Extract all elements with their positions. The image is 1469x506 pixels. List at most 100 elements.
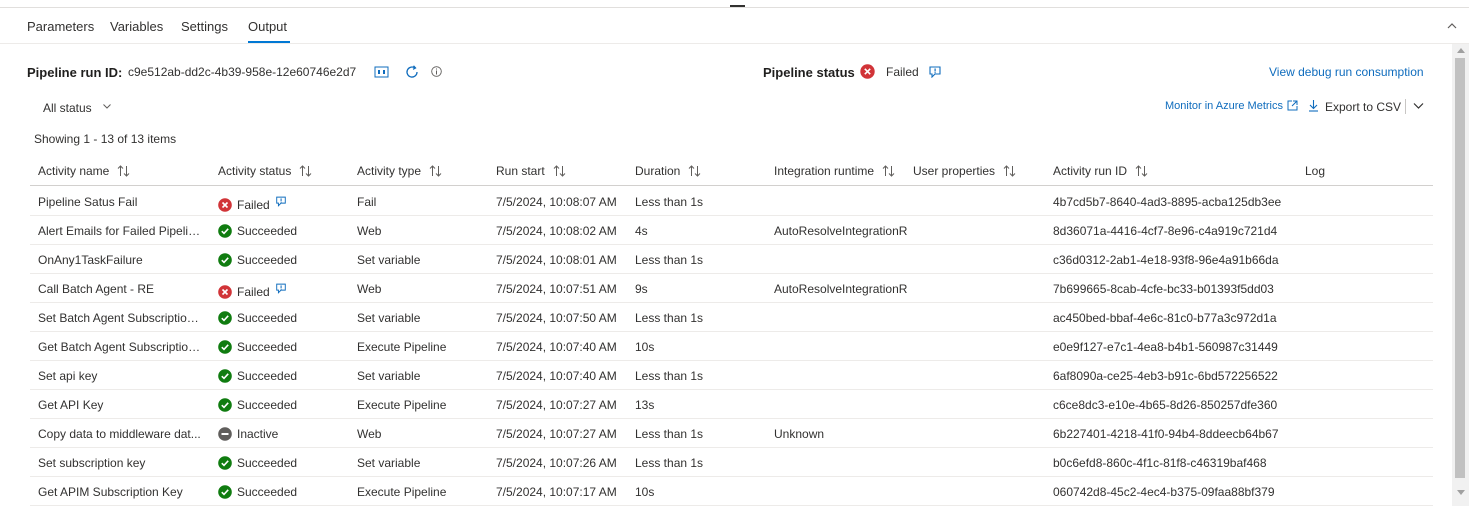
status-text: Failed [237, 285, 270, 299]
more-options-chevron-icon[interactable] [1413, 102, 1424, 110]
error-details-icon[interactable] [275, 195, 287, 207]
succeeded-icon [218, 456, 232, 470]
pipeline-status-label: Pipeline status [763, 65, 855, 80]
succeeded-icon [218, 485, 232, 499]
activity-name-link[interactable]: Get Batch Agent Subscription... [38, 340, 203, 354]
activity-name-link[interactable]: Pipeline Satus Fail [38, 195, 203, 209]
activity-type: Execute Pipeline [357, 485, 447, 499]
sort-icon [553, 165, 566, 177]
column-header-activity-name[interactable]: Activity name [38, 164, 130, 178]
tab-variables[interactable]: Variables [110, 19, 163, 34]
activity-name-link[interactable]: Set api key [38, 369, 203, 383]
activity-status: Failed [218, 282, 348, 299]
succeeded-icon [218, 369, 232, 383]
activity-name-link[interactable]: OnAny1TaskFailure [38, 253, 203, 267]
failed-icon [218, 285, 232, 299]
scroll-up-icon[interactable] [1457, 48, 1465, 53]
sort-icon [1135, 165, 1148, 177]
duration: 10s [635, 485, 655, 499]
tab-parameters[interactable]: Parameters [27, 19, 94, 34]
activity-name-link[interactable]: Call Batch Agent - RE [38, 282, 203, 296]
table-row[interactable]: Set Batch Agent Subscription ... Succeede… [30, 303, 1433, 332]
succeeded-icon [218, 398, 232, 412]
activity-run-id: 8d36071a-4416-4cf7-8e96-c4a919c721d4 [1053, 224, 1278, 238]
tab-settings[interactable]: Settings [181, 19, 228, 34]
activity-status: Failed [218, 195, 348, 212]
activity-name-link[interactable]: Get API Key [38, 398, 203, 412]
run-start: 7/5/2024, 10:07:26 AM [496, 456, 617, 470]
integration-runtime: AutoResolveIntegrationR [774, 282, 908, 296]
collapse-panel-icon[interactable] [1446, 20, 1458, 32]
activity-run-id: 4b7cd5b7-8640-4ad3-8895-acba125db3ee [1053, 195, 1282, 209]
status-text: Succeeded [237, 253, 298, 267]
duration: Less than 1s [635, 427, 704, 441]
run-start: 7/5/2024, 10:08:07 AM [496, 195, 617, 209]
sort-icon [882, 165, 895, 177]
activity-type: Web [357, 282, 382, 296]
table-row[interactable]: Copy data to middleware dat... Inactive We… [30, 419, 1433, 448]
external-link-icon[interactable] [1287, 100, 1298, 111]
activity-run-id: ac450bed-bbaf-4e6c-81c0-b77a3c972d1a [1053, 311, 1277, 325]
activity-run-id: 7b699665-8cab-4cfe-bc33-b01393f5dd03 [1053, 282, 1274, 296]
column-header-activity-type[interactable]: Activity type [357, 164, 442, 178]
column-header-duration[interactable]: Duration [635, 164, 701, 178]
table-row[interactable]: OnAny1TaskFailure Succeeded Set variable 7/… [30, 245, 1433, 274]
column-header-user-properties[interactable]: User properties [913, 164, 1016, 178]
download-icon[interactable] [1308, 99, 1319, 112]
status-text: Succeeded [237, 369, 298, 383]
status-text: Succeeded [237, 456, 298, 470]
activity-type: Execute Pipeline [357, 398, 447, 412]
sort-icon [429, 165, 442, 177]
run-start: 7/5/2024, 10:07:17 AM [496, 485, 617, 499]
activity-name-link[interactable]: Set Batch Agent Subscription ... [38, 311, 203, 325]
table-row[interactable]: Get API Key Succeeded Execute Pipeline 7/5/… [30, 390, 1433, 419]
info-icon[interactable] [431, 66, 442, 77]
run-start: 7/5/2024, 10:08:01 AM [496, 253, 617, 267]
succeeded-icon [218, 253, 232, 267]
active-tab-indicator [248, 41, 290, 43]
table-row[interactable]: Get Batch Agent Subscription... Succeeded… [30, 332, 1433, 361]
succeeded-icon [218, 340, 232, 354]
panel-resize-handle[interactable] [730, 5, 745, 7]
refresh-icon[interactable] [404, 64, 420, 80]
activity-run-id: b0c6efd8-860c-4f1c-81f8-c46319baf468 [1053, 456, 1267, 470]
activity-type: Set variable [357, 253, 421, 267]
column-header-activity-run-id[interactable]: Activity run ID [1053, 164, 1148, 178]
table-row[interactable]: Set api key Succeeded Set variable 7/5/2024… [30, 361, 1433, 390]
activity-status: Inactive [218, 427, 348, 441]
scrollbar-thumb[interactable] [1455, 58, 1465, 478]
chevron-down-icon[interactable] [102, 101, 112, 111]
table-row[interactable]: Pipeline Satus Fail Failed Fail 7/5/2024, 1… [30, 187, 1433, 216]
monitor-azure-metrics-link[interactable]: Monitor in Azure Metrics [1165, 100, 1283, 112]
column-header-run-start[interactable]: Run start [496, 164, 566, 178]
succeeded-icon [218, 224, 232, 238]
activity-run-id: c6ce8dc3-e10e-4b65-8d26-850257dfe360 [1053, 398, 1278, 412]
column-header-integration-runtime[interactable]: Integration runtime [774, 164, 895, 178]
column-header-activity-status[interactable]: Activity status [218, 164, 312, 178]
view-debug-run-consumption-link[interactable]: View debug run consumption [1269, 65, 1424, 79]
table-row[interactable]: Set subscription key Succeeded Set variabl… [30, 448, 1433, 477]
table-row[interactable]: Get APIM Subscription Key Succeeded Execut… [30, 477, 1433, 506]
inactive-icon [218, 427, 232, 441]
activity-type: Web [357, 427, 382, 441]
copy-icon[interactable] [374, 66, 389, 78]
activity-name-link[interactable]: Set subscription key [38, 456, 203, 470]
activity-run-id: e0e9f127-e7c1-4ea8-b4b1-560987c31449 [1053, 340, 1278, 354]
sort-icon [1003, 165, 1016, 177]
duration: Less than 1s [635, 253, 704, 267]
grid-header: Activity name Activity status Activity t… [30, 157, 1433, 186]
status-text: Succeeded [237, 224, 298, 238]
table-row[interactable]: Alert Emails for Failed Pipelines Succeed… [30, 216, 1433, 245]
error-details-icon[interactable] [928, 65, 942, 78]
scroll-down-icon[interactable] [1457, 490, 1465, 495]
export-csv-button[interactable]: Export to CSV [1325, 100, 1401, 114]
activity-type: Execute Pipeline [357, 340, 447, 354]
activity-name-link[interactable]: Get APIM Subscription Key [38, 485, 203, 499]
status-filter-dropdown[interactable]: All status [43, 101, 92, 115]
tab-output[interactable]: Output [248, 19, 287, 34]
activity-run-id: 060742d8-45c2-4ec4-b375-09faa88bf379 [1053, 485, 1275, 499]
activity-name-link[interactable]: Copy data to middleware dat... [38, 427, 203, 441]
table-row[interactable]: Call Batch Agent - RE Failed Web 7/5/2024, … [30, 274, 1433, 303]
error-details-icon[interactable] [275, 282, 287, 294]
activity-name-link[interactable]: Alert Emails for Failed Pipelines [38, 224, 203, 238]
